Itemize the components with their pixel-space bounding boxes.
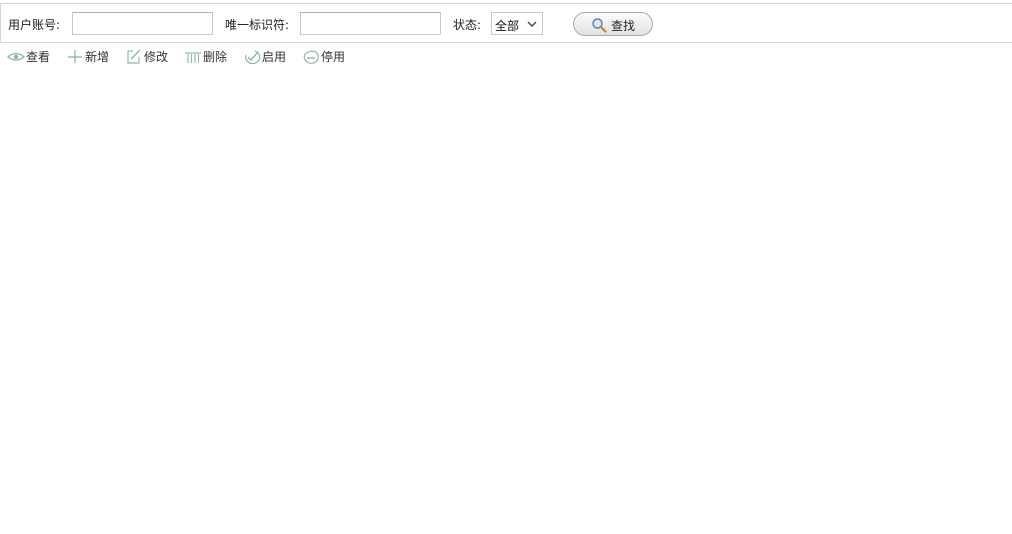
chevron-down-icon (527, 21, 537, 27)
enable-label: 启用 (262, 50, 287, 64)
action-toolbar: 查看 新增 修改 删除 启用 停用 (0, 44, 1012, 66)
uid-input[interactable] (300, 12, 441, 35)
delete-label: 删除 (203, 50, 228, 64)
find-button[interactable]: 查找 (573, 12, 653, 36)
eye-icon (7, 52, 25, 61)
search-icon (592, 18, 607, 33)
trash-icon (185, 52, 201, 63)
account-label: 用户账号: (8, 18, 61, 32)
plus-icon (68, 50, 82, 63)
status-select-value: 全部 (495, 19, 520, 33)
add-label: 新增 (85, 50, 110, 64)
edit-label: 修改 (144, 50, 169, 64)
status-select[interactable]: 全部 (491, 12, 543, 35)
minus-circle-icon (303, 50, 319, 64)
search-bar: 用户账号: 唯一标识符: 状态: 全部 查找 (0, 3, 1012, 43)
view-label: 查看 (26, 50, 51, 64)
account-input[interactable] (72, 12, 213, 35)
uid-label: 唯一标识符: (225, 18, 290, 32)
find-button-label: 查找 (611, 19, 636, 33)
edit-icon (127, 49, 141, 64)
check-circle-icon (245, 50, 261, 64)
status-label: 状态: (453, 18, 482, 32)
disable-label: 停用 (321, 50, 346, 64)
